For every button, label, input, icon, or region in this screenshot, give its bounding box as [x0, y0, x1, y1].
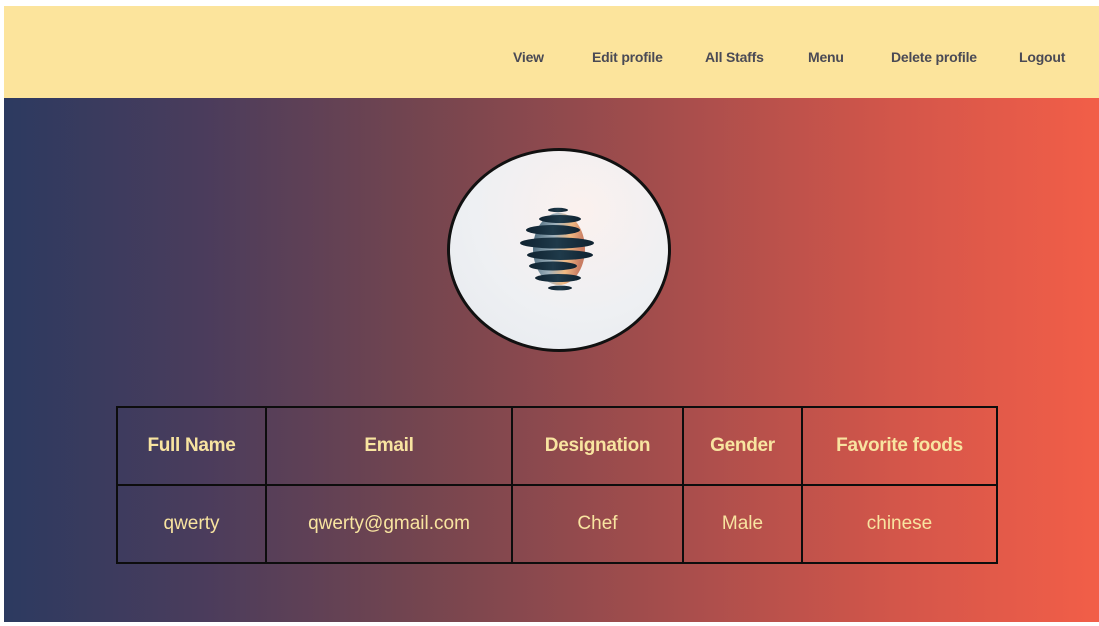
page-frame: View Edit profile All Staffs Menu Delete… [4, 6, 1099, 622]
staff-info-table: Full Name Email Designation Gender Favor… [116, 406, 998, 564]
header-gender: Gender [682, 406, 803, 486]
cell-favorite-foods: chinese [801, 484, 998, 564]
spiral-sphere-logo-icon [520, 207, 594, 291]
header-full-name: Full Name [116, 406, 267, 486]
cell-email: qwerty@gmail.com [265, 484, 513, 564]
nav-logout-link[interactable]: Logout [1019, 49, 1065, 65]
table-row: qwerty qwerty@gmail.com Chef Male chines… [116, 484, 998, 564]
profile-avatar [447, 148, 671, 352]
nav-delete-profile-link[interactable]: Delete profile [891, 49, 977, 65]
nav-view-link[interactable]: View [513, 49, 544, 65]
header-email: Email [265, 406, 513, 486]
header-designation: Designation [511, 406, 684, 486]
cell-full-name: qwerty [116, 484, 267, 564]
nav-edit-profile-link[interactable]: Edit profile [592, 49, 663, 65]
table-header-row: Full Name Email Designation Gender Favor… [116, 406, 998, 486]
header-favorite-foods: Favorite foods [801, 406, 998, 486]
cell-designation: Chef [511, 484, 684, 564]
nav-all-staffs-link[interactable]: All Staffs [705, 49, 764, 65]
top-navbar: View Edit profile All Staffs Menu Delete… [4, 6, 1099, 98]
nav-menu-link[interactable]: Menu [808, 49, 844, 65]
cell-gender: Male [682, 484, 803, 564]
